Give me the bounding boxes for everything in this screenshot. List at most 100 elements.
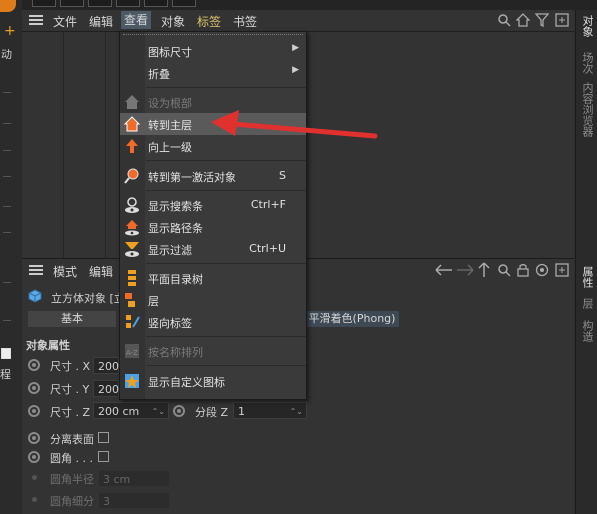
- menu-item-show-custom-icons[interactable]: 显示自定义图标: [120, 370, 306, 392]
- magnifier-icon: [124, 168, 139, 184]
- tab-content-browser[interactable]: 内容浏览器: [579, 82, 595, 137]
- animate-radio[interactable]: [28, 432, 40, 444]
- menu-item-label: 转到第一激活对象: [148, 171, 236, 184]
- menu-item-label: 显示搜索条: [148, 200, 203, 213]
- stepper-icon[interactable]: ⌃⌄: [290, 403, 303, 420]
- left-label-top: 动: [1, 48, 12, 61]
- lock-icon[interactable]: [516, 263, 530, 277]
- toolbar-button[interactable]: [88, 0, 112, 7]
- menu-item-label: 折叠: [148, 68, 170, 81]
- layer-icon: [125, 293, 135, 307]
- menu-item-label: 转到主层: [148, 119, 192, 132]
- divider: [3, 176, 11, 177]
- menu-item-label: 显示自定义图标: [148, 376, 225, 389]
- left-label-bottom: 程: [0, 368, 11, 381]
- home-outline-icon[interactable]: [516, 13, 530, 27]
- new-panel-icon[interactable]: [555, 13, 569, 27]
- svg-text:A-Z: A-Z: [126, 349, 138, 357]
- menu-item-show-filter[interactable]: 显示过滤 Ctrl+U: [120, 238, 306, 260]
- fillet-subdivision-label: 圆角细分: [50, 495, 94, 508]
- menu-item-label: 向上一级: [148, 141, 192, 154]
- menu-view[interactable]: 查看: [121, 11, 152, 29]
- vertical-tags-icon: [126, 315, 140, 328]
- column-divider: [105, 32, 106, 258]
- view-menu-dropdown: 图标尺寸 ▶ 折叠 ▶ 设为根部 转到主层 向上一级 转到第一激活对象 S 显示…: [119, 31, 307, 400]
- separator: [146, 87, 306, 88]
- filter-icon[interactable]: [535, 13, 549, 27]
- animate-radio[interactable]: [28, 451, 40, 463]
- up-arrow-icon[interactable]: [477, 262, 491, 278]
- app-logo-icon: [0, 0, 16, 12]
- filter-eye-icon: [125, 242, 139, 257]
- toolbar-button[interactable]: [116, 0, 140, 7]
- toolbar-button[interactable]: [60, 0, 84, 7]
- size-y-label: 尺寸 . Y: [50, 383, 90, 396]
- search-icon[interactable]: [497, 263, 511, 277]
- toolbar-button[interactable]: [144, 0, 168, 7]
- menu-item-label: 平面目录树: [148, 273, 203, 286]
- menu-item-shortcut: Ctrl+U: [249, 242, 286, 255]
- segments-z-field[interactable]: 1 ⌃⌄: [233, 402, 307, 419]
- tab-structure[interactable]: 构造: [579, 320, 595, 342]
- stepper-icon[interactable]: ⌃⌄: [152, 403, 165, 420]
- tab-phong[interactable]: 平滑着色(Phong): [305, 311, 399, 327]
- left-toolbar-strip: + 动 程: [0, 0, 23, 514]
- menu-bookmarks[interactable]: 书签: [233, 13, 257, 30]
- tab-layers[interactable]: 层: [579, 298, 595, 309]
- sort-az-icon: A-Z: [125, 344, 139, 358]
- menu-edit[interactable]: 编辑: [89, 13, 113, 30]
- tab-objects[interactable]: 对象: [579, 15, 595, 37]
- new-panel-icon[interactable]: [555, 263, 569, 277]
- menu-item-shortcut: S: [279, 169, 286, 182]
- target-icon[interactable]: [535, 263, 549, 277]
- size-z-field[interactable]: 200 cm ⌃⌄: [93, 402, 169, 419]
- separator: [146, 190, 306, 191]
- right-vertical-tabs: 对象 场次 内容浏览器 属性 层 构造: [575, 10, 597, 514]
- search-icon[interactable]: [497, 13, 511, 27]
- menu-file[interactable]: 文件: [53, 13, 77, 30]
- separate-surfaces-checkbox[interactable]: [98, 432, 109, 443]
- size-x-field[interactable]: 200: [93, 357, 119, 374]
- menu-item-label: 竖向标签: [148, 317, 192, 330]
- menu-item-show-search-bar[interactable]: 显示搜索条 Ctrl+F: [120, 194, 306, 216]
- toolbar-button[interactable]: [32, 0, 56, 7]
- tab-basic[interactable]: 基本: [28, 311, 116, 327]
- menu-object[interactable]: 对象: [161, 13, 185, 30]
- animate-radio[interactable]: [28, 382, 40, 394]
- menu-item-icon-size[interactable]: 图标尺寸 ▶: [120, 40, 306, 62]
- menu-tags[interactable]: 标签: [197, 13, 221, 30]
- path-eye-icon: [125, 220, 139, 236]
- menu-item-layers[interactable]: 层: [120, 289, 306, 311]
- hamburger-icon[interactable]: [29, 15, 43, 25]
- column-divider: [63, 32, 64, 258]
- tab-takes[interactable]: 场次: [579, 52, 595, 74]
- menu-edit[interactable]: 编辑: [89, 263, 113, 280]
- fillet-subdivision-value: 3: [103, 495, 110, 508]
- fillet-checkbox[interactable]: [98, 451, 109, 462]
- menu-item-go-first-active[interactable]: 转到第一激活对象 S: [120, 165, 306, 187]
- back-arrow-icon[interactable]: [435, 263, 453, 277]
- plus-icon[interactable]: +: [4, 24, 16, 38]
- menu-mode[interactable]: 模式: [53, 263, 77, 280]
- animate-radio[interactable]: [28, 359, 40, 371]
- forward-arrow-icon[interactable]: [456, 263, 474, 277]
- menu-item-show-path-bar[interactable]: 显示路径条: [120, 216, 306, 238]
- animate-radio[interactable]: [173, 405, 185, 417]
- menu-item-fold[interactable]: 折叠 ▶: [120, 62, 306, 84]
- document-icon[interactable]: [1, 348, 11, 359]
- hamburger-icon[interactable]: [29, 265, 43, 275]
- toolbar-button[interactable]: [172, 0, 196, 7]
- fillet-radius-label: 圆角半径: [50, 473, 94, 486]
- tearoff-handle[interactable]: [123, 34, 303, 37]
- home-dim-icon: [125, 95, 139, 109]
- size-x-label: 尺寸 . X: [50, 360, 91, 373]
- menu-item-vertical-tags[interactable]: 竖向标签: [120, 311, 306, 333]
- animate-radio[interactable]: [28, 405, 40, 417]
- size-z-value: 200 cm: [98, 405, 140, 418]
- tab-attributes[interactable]: 属性: [579, 266, 595, 288]
- separator: [146, 263, 306, 264]
- separator: [146, 336, 306, 337]
- size-y-field[interactable]: 200: [93, 380, 119, 397]
- annotation-arrow-icon: [211, 110, 378, 139]
- menu-item-flat-tree[interactable]: 平面目录树: [120, 267, 306, 289]
